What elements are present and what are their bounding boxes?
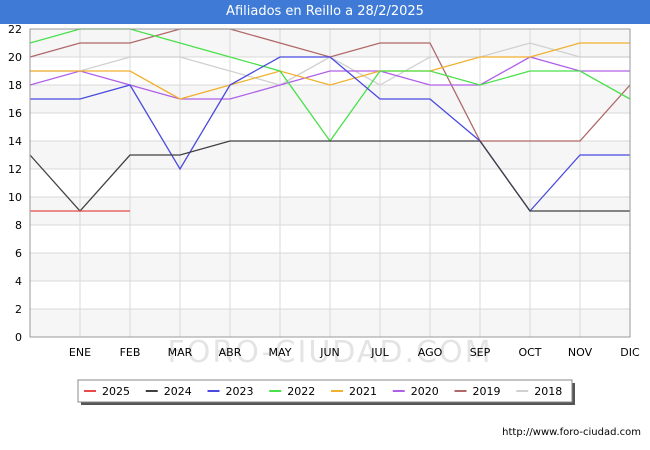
source-url: http://www.foro-ciudad.com [502,427,641,438]
x-tick-label: DIC [620,346,640,359]
legend-label-2020: 2020 [411,385,439,398]
y-tick-label: 22 [8,23,22,36]
x-tick-label: NOV [568,346,593,359]
x-tick-label: OCT [518,346,541,359]
y-tick-label: 14 [8,135,22,148]
legend: 2025 2024 2023 2022 2021 2020 2019 2018 [77,379,575,405]
legend-label-2025: 2025 [102,385,130,398]
y-tick-label: 0 [15,331,22,344]
y-tick-label: 2 [15,303,22,316]
x-tick-label: FEB [120,346,141,359]
y-tick-label: 12 [8,163,22,176]
x-tick-label: ENE [69,346,91,359]
y-tick-label: 18 [8,79,22,92]
x-tick-label: SEP [470,346,491,359]
y-axis-tick-labels: 0 2 4 6 8 10 12 14 16 18 20 22 [8,23,22,344]
x-tick-label: MAY [269,346,292,359]
y-tick-label: 16 [8,107,22,120]
y-tick-label: 8 [15,219,22,232]
y-tick-label: 4 [15,275,22,288]
legend-label-2024: 2024 [164,385,192,398]
legend-label-2018: 2018 [534,385,562,398]
x-tick-label: ABR [219,346,242,359]
y-tick-label: 6 [15,247,22,260]
x-tick-label: AGO [418,346,443,359]
x-tick-label: MAR [168,346,193,359]
legend-label-2023: 2023 [226,385,254,398]
legend-label-2019: 2019 [473,385,501,398]
y-tick-label: 10 [8,191,22,204]
legend-label-2021: 2021 [349,385,377,398]
legend-label-2022: 2022 [287,385,315,398]
x-tick-label: JUL [370,346,389,359]
line-chart: FORO-CIUDAD.COM 0246810121416182022 ENE F… [8,23,640,405]
x-tick-label: JUN [319,346,340,359]
y-tick-label: 20 [8,51,22,64]
